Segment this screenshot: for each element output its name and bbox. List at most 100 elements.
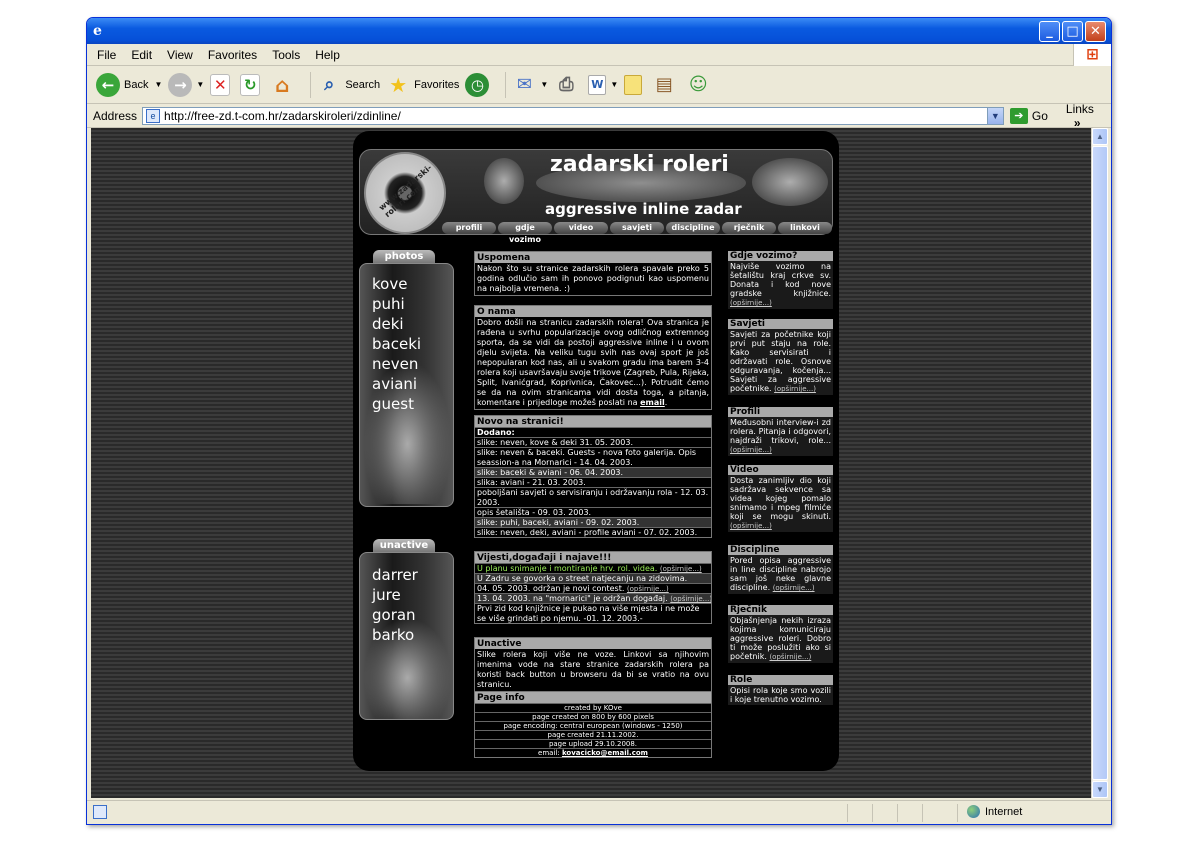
back-button[interactable]: ← Back ▼ (96, 72, 162, 97)
page-icon: e (146, 108, 161, 123)
maximize-button[interactable]: □ (1062, 21, 1083, 42)
history-button[interactable]: ◷ (465, 72, 493, 97)
title-bar[interactable]: e _ □ ✕ (87, 18, 1111, 44)
windows-logo-icon: ⊞ (1073, 44, 1111, 66)
vijesti-title: Vijesti,događaji i najave!!! (475, 552, 711, 563)
scroll-thumb[interactable] (1092, 146, 1108, 780)
pageinfo-email-link[interactable]: kovacicko@email.com (562, 749, 648, 757)
address-input[interactable]: e http://free-zd.t-com.hr/zadarskiroleri… (142, 106, 1004, 125)
scroll-down-button[interactable]: ▼ (1092, 781, 1108, 798)
favorites-button[interactable]: ★ Favorites (386, 73, 459, 97)
toolbar: ← Back ▼ → ▼ ✕ ↻ ⌂ ⌕ Search ★ Favorites ◷ ✉ ▼ … (87, 66, 1111, 104)
pageinfo-row: page encoding: central european (windows… (475, 721, 711, 730)
unactive-title: Unactive (475, 638, 711, 649)
go-arrow-icon: ➔ (1009, 107, 1028, 124)
more-link[interactable]: (opširnije...) (730, 446, 772, 454)
email-link[interactable]: email (640, 398, 665, 407)
more-link[interactable]: (opširnije...) (774, 385, 816, 393)
nav-linkovi[interactable]: linkovi (778, 222, 832, 234)
novo-title: Novo na stranici! (475, 416, 711, 427)
messenger-button[interactable]: ☺ (686, 73, 714, 97)
menu-view[interactable]: View (167, 48, 193, 62)
messenger-icon: ☺ (688, 73, 708, 95)
photos-link-puhi[interactable]: puhi (360, 294, 421, 314)
photos-link-baceki[interactable]: baceki (360, 334, 421, 354)
right-box-gdje-vozimo: Gdje vozimo? Najviše vozimo na šetalištu… (728, 251, 833, 309)
vertical-scrollbar[interactable]: ▲ ▼ (1091, 128, 1108, 798)
uspomena-box: Uspomena Nakon što su stranice zadarskih… (474, 251, 712, 296)
print-button[interactable]: ⎙ (554, 73, 582, 97)
novo-row: slike: baceki & aviani - 06. 04. 2003. (475, 467, 711, 477)
photos-link-guest[interactable]: guest (360, 394, 421, 414)
unactive-link-goran[interactable]: goran (360, 605, 418, 625)
page-viewport: www.zadarski-roleri.com zadarski roleri … (91, 128, 1091, 798)
menu-file[interactable]: File (97, 48, 116, 62)
more-link[interactable]: (opširnije...) (730, 299, 772, 307)
more-link[interactable]: (opširnije...) (627, 585, 669, 593)
refresh-button[interactable]: ↻ (240, 73, 264, 96)
menu-tools[interactable]: Tools (272, 48, 300, 62)
pageinfo-row: page upload 29.10.2008. (475, 739, 711, 748)
stop-button[interactable]: ✕ (210, 73, 234, 96)
mail-button[interactable]: ✉ ▼ (512, 73, 548, 97)
search-icon: ⌕ (324, 73, 335, 95)
unactive-link-darrer[interactable]: darrer (360, 565, 418, 585)
discuss-button[interactable] (624, 74, 646, 95)
star-icon: ★ (389, 72, 408, 97)
address-bar: Address e http://free-zd.t-com.hr/zadars… (87, 102, 1111, 130)
right-box-discipline: Discipline Pored opisa aggressive in lin… (728, 545, 833, 594)
more-link[interactable]: (opširnije...) (670, 595, 711, 603)
menu-favorites[interactable]: Favorites (208, 48, 257, 62)
news-item: 04. 05. 2003. održan je novi contest. (477, 584, 625, 593)
refresh-icon: ↻ (240, 73, 261, 96)
photos-link-aviani[interactable]: aviani (360, 374, 421, 394)
header-photo-3 (752, 158, 828, 206)
unactive-box: Unactive Slike rolera koji više ne voze.… (474, 637, 712, 692)
novo-row: slika: aviani - 21. 03. 2003. (475, 477, 711, 487)
onama-title: O nama (475, 306, 711, 317)
right-box-rjecnik: Rječnik Objašnjenja nekih izraza kojima … (728, 605, 833, 663)
research-button[interactable]: ▤ (652, 73, 680, 97)
menu-help[interactable]: Help (315, 48, 340, 62)
close-button[interactable]: ✕ (1085, 21, 1106, 42)
nav-video[interactable]: video (554, 222, 608, 234)
site-header: www.zadarski-roleri.com zadarski roleri … (359, 149, 833, 244)
unactive-text: Slike rolera koji više ne voze. Linkovi … (477, 650, 709, 689)
unactive-link-jure[interactable]: jure (360, 585, 418, 605)
novo-row: slike: neven, kove & deki 31. 05. 2003. (475, 437, 711, 447)
more-link[interactable]: (opširnije...) (769, 653, 811, 661)
nav-profili[interactable]: profili (442, 222, 496, 234)
more-link[interactable]: (opširnije...) (660, 565, 702, 573)
forward-button[interactable]: → ▼ (168, 72, 204, 97)
more-link[interactable]: (opširnije...) (773, 584, 815, 592)
internet-zone-icon (967, 805, 980, 818)
header-photo-1 (484, 158, 524, 204)
edit-button[interactable]: W ▼ (588, 74, 618, 95)
pageinfo-title: Page info (475, 692, 711, 703)
nav-discipline[interactable]: discipline (666, 222, 720, 234)
news-item: Prvi zid kod knjižnice je pukao na više … (475, 603, 711, 623)
go-button[interactable]: ➔ Go (1009, 107, 1048, 124)
photos-link-neven[interactable]: neven (360, 354, 421, 374)
unactive-link-barko[interactable]: barko (360, 625, 418, 645)
search-button[interactable]: ⌕ Search (317, 73, 380, 97)
menu-edit[interactable]: Edit (131, 48, 152, 62)
minimize-button[interactable]: _ (1039, 21, 1060, 42)
home-button[interactable]: ⌂ (270, 73, 298, 97)
onama-text: Dobro došli na stranicu zadarskih rolera… (477, 318, 710, 407)
browser-window: e _ □ ✕ File Edit View Favorites Tools H… (86, 17, 1112, 825)
printer-icon: ⎙ (559, 73, 574, 95)
uspomena-text: Nakon što su stranice zadarskih rolera s… (477, 264, 709, 293)
photos-link-kove[interactable]: kove (360, 274, 421, 294)
photos-link-deki[interactable]: deki (360, 314, 421, 334)
nav-savjeti[interactable]: savjeti (610, 222, 664, 234)
nav-gdje-vozimo[interactable]: gdje vozimo (498, 222, 552, 244)
nav-rjecnik[interactable]: rječnik (722, 222, 776, 234)
page-status-icon (93, 805, 107, 819)
links-button[interactable]: Links » (1066, 102, 1111, 130)
menu-bar: File Edit View Favorites Tools Help ⊞ (87, 44, 1111, 66)
scroll-up-button[interactable]: ▲ (1092, 128, 1108, 145)
site-logo[interactable]: www.zadarski-roleri.com (364, 152, 446, 234)
more-link[interactable]: (opširnije...) (730, 522, 772, 530)
address-dropdown-button[interactable]: ▼ (986, 107, 1003, 124)
